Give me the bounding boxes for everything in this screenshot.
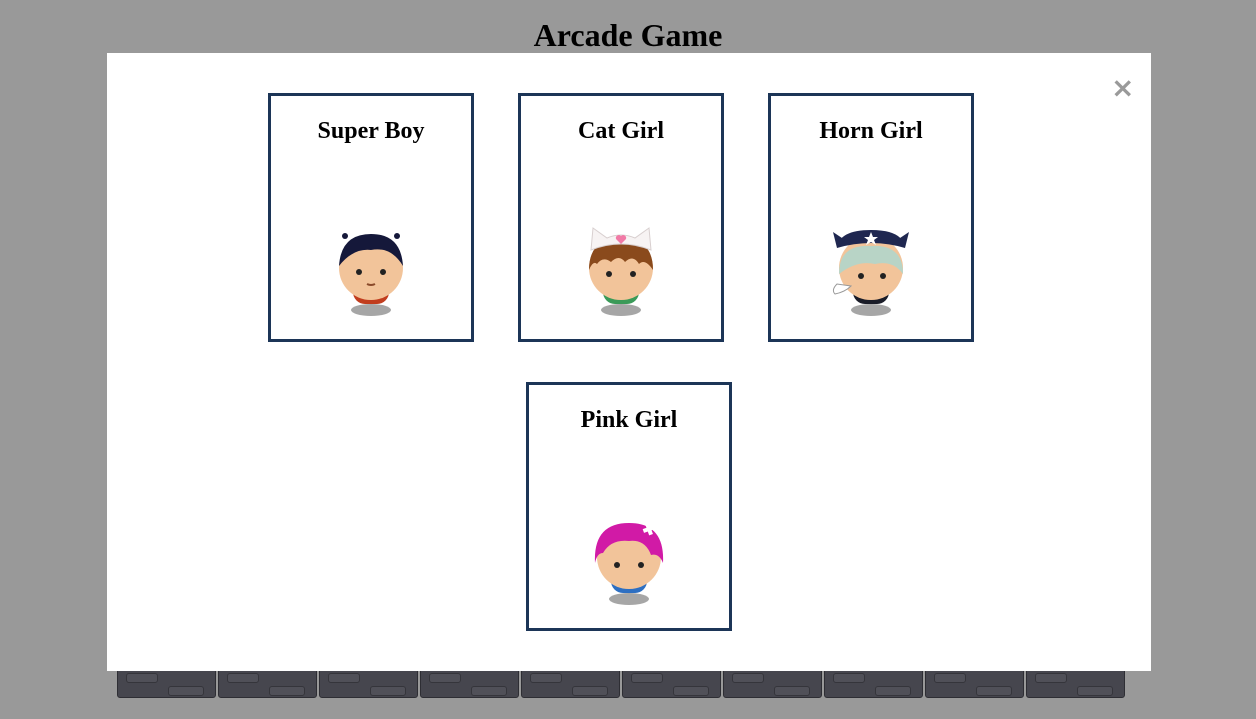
stone-tile xyxy=(723,668,822,698)
cat-girl-avatar-icon xyxy=(581,224,661,320)
stone-tile xyxy=(218,668,317,698)
page-title: Arcade Game xyxy=(533,17,723,53)
stone-tile xyxy=(521,668,620,698)
stone-tile xyxy=(420,668,519,698)
character-name: Pink Girl xyxy=(580,407,678,433)
stone-tile xyxy=(1026,668,1125,698)
character-name: Cat Girl xyxy=(578,118,664,144)
stone-tile xyxy=(622,668,721,698)
stone-floor xyxy=(117,668,1127,700)
super-boy-avatar-icon xyxy=(331,224,411,320)
character-select-modal: × Super Boy Cat Girl Horn Girl Pink Girl xyxy=(107,53,1151,671)
horn-girl-avatar-icon xyxy=(831,224,911,320)
character-card-super-boy[interactable]: Super Boy xyxy=(268,93,474,342)
stone-tile xyxy=(319,668,418,698)
stone-tile xyxy=(117,668,216,698)
character-card-cat-girl[interactable]: Cat Girl xyxy=(518,93,724,342)
stone-tile xyxy=(824,668,923,698)
stone-tile xyxy=(925,668,1024,698)
character-card-pink-girl[interactable]: Pink Girl xyxy=(526,382,732,631)
character-card-horn-girl[interactable]: Horn Girl xyxy=(768,93,974,342)
character-name: Horn Girl xyxy=(819,118,923,144)
character-name: Super Boy xyxy=(317,118,425,144)
pink-girl-avatar-icon xyxy=(589,513,669,609)
close-icon[interactable]: × xyxy=(1111,74,1134,102)
